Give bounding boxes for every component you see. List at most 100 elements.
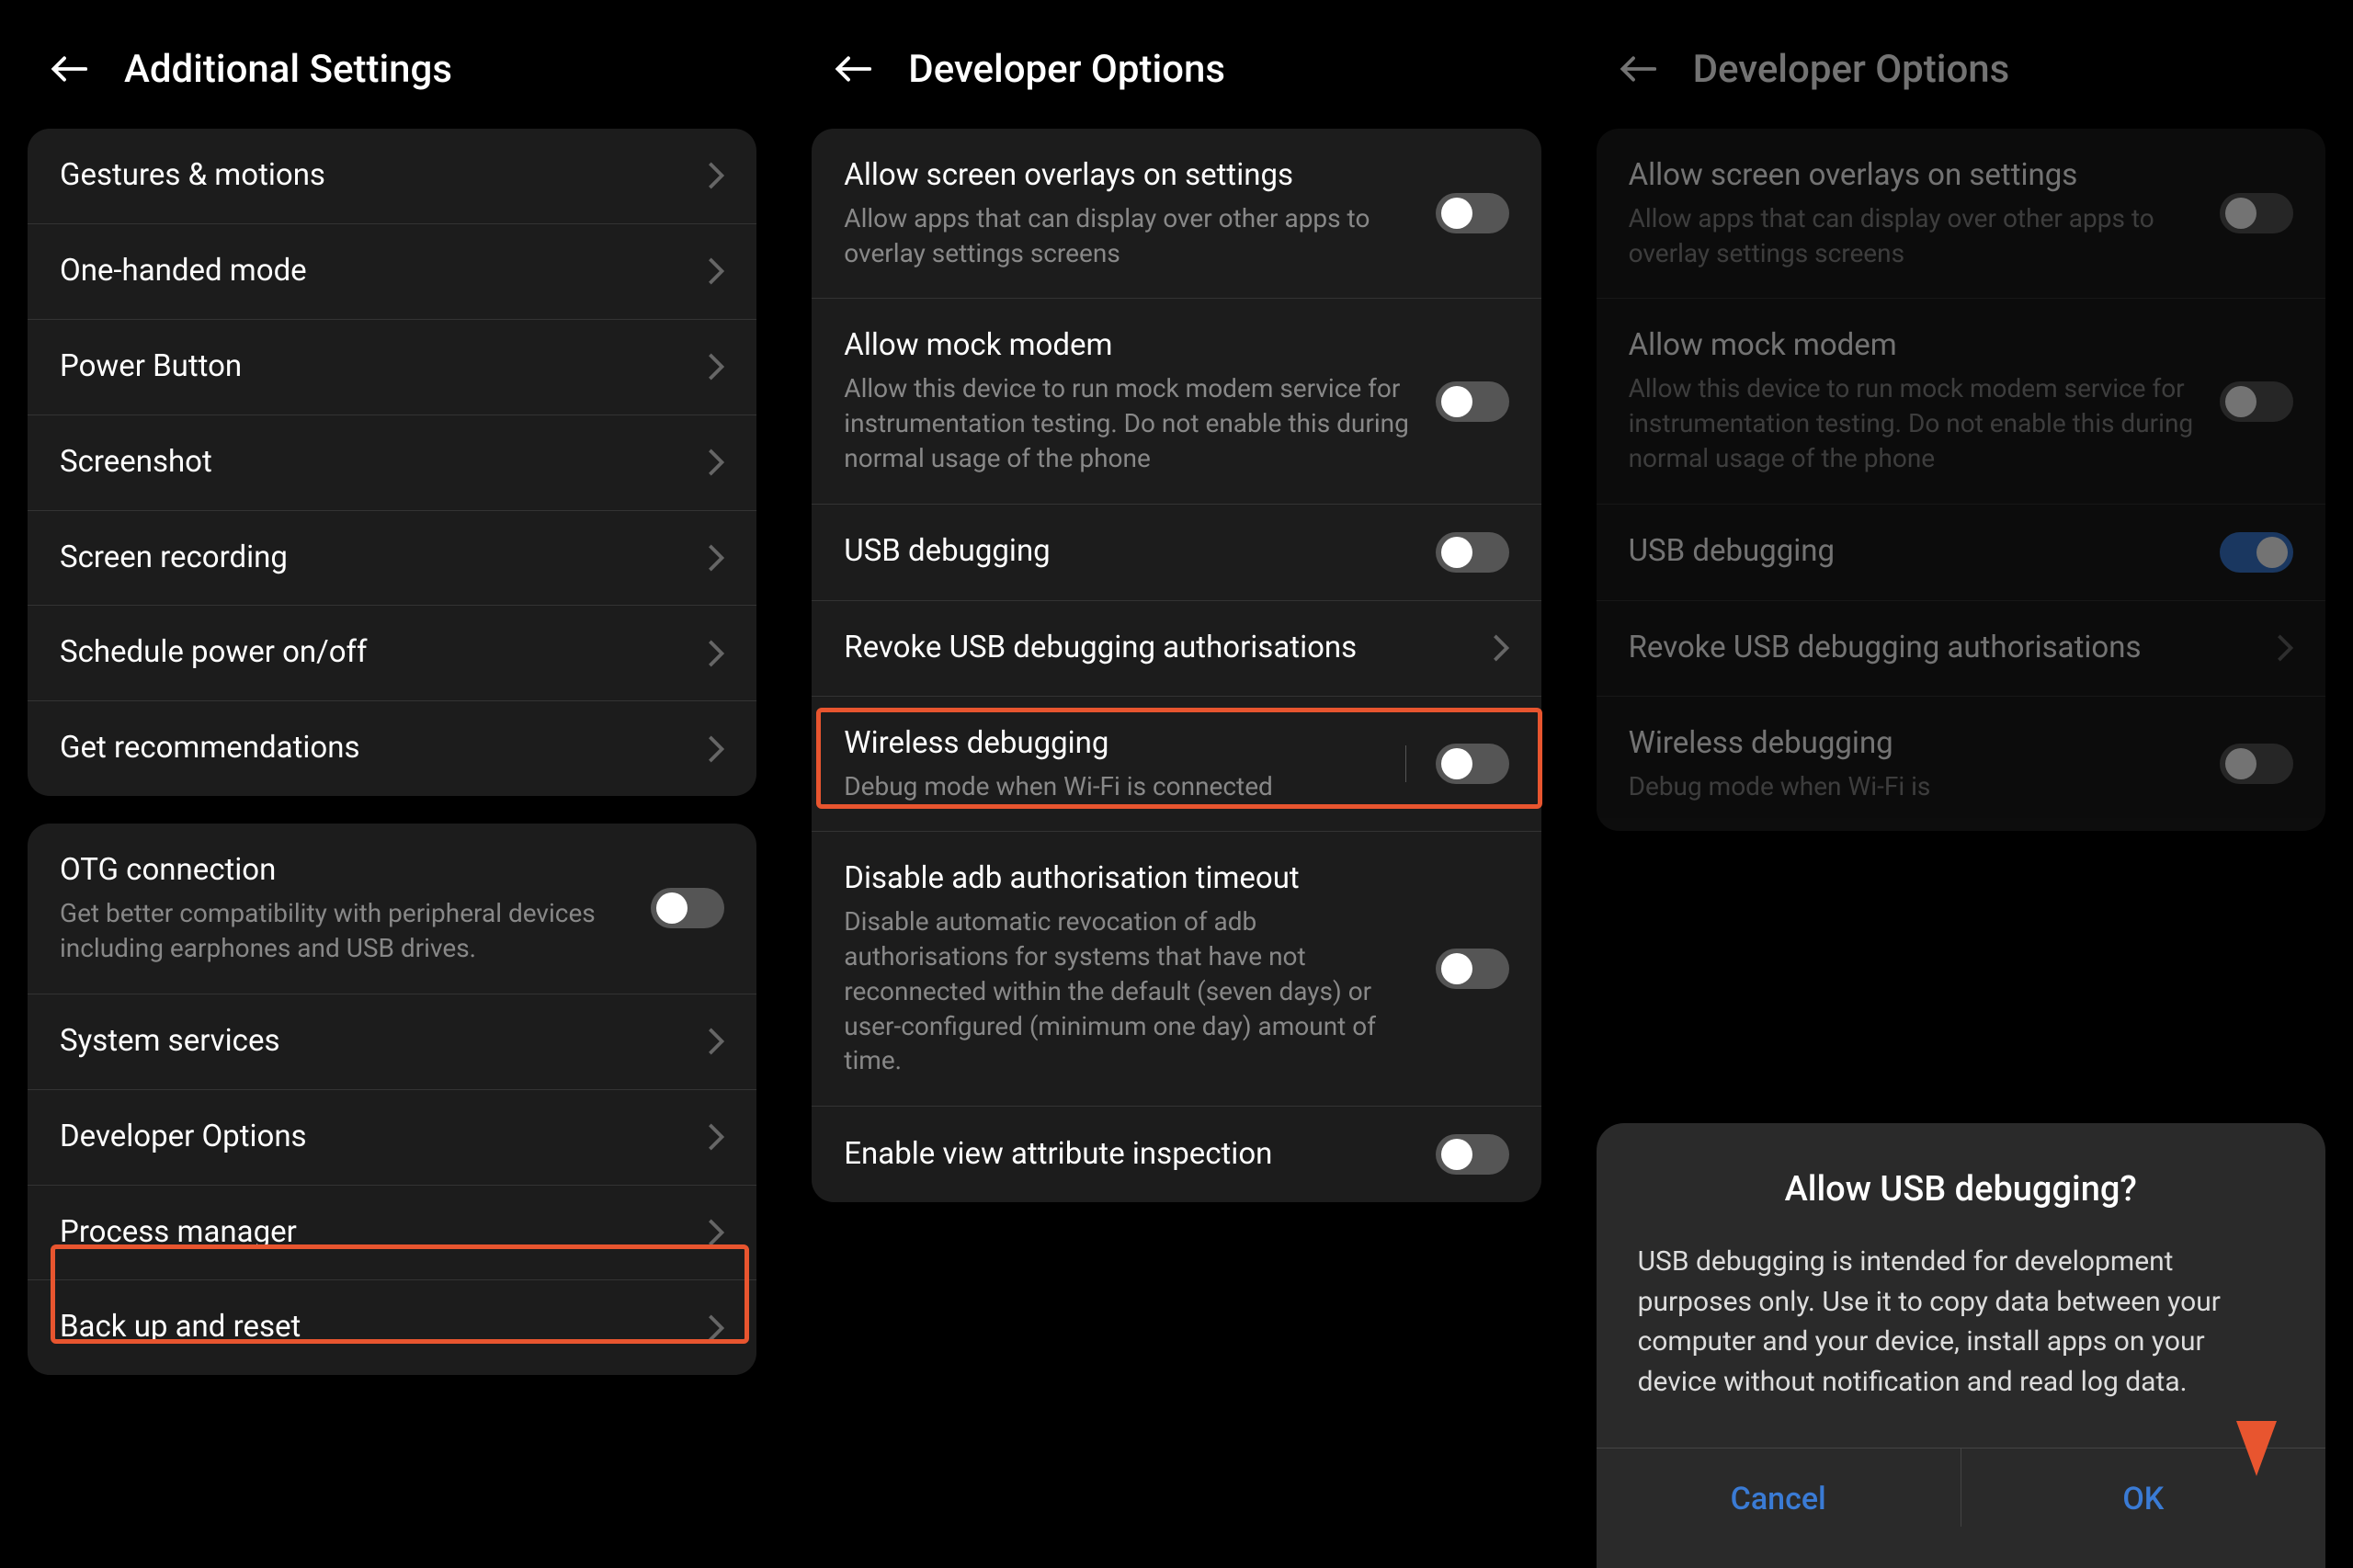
item-label: Power Button	[60, 347, 688, 387]
item-otg[interactable]: OTG connection Get better compatibility …	[28, 824, 756, 994]
dialog-body: USB debugging is intended for developmen…	[1638, 1242, 2284, 1402]
item-process-manager[interactable]: Process manager	[28, 1186, 756, 1281]
toggle-otg[interactable]	[651, 888, 724, 928]
dialog-buttons: Cancel OK	[1597, 1448, 2325, 1527]
toggle-mock-modem[interactable]	[1436, 381, 1509, 422]
toggle-view-attr[interactable]	[1436, 1134, 1509, 1175]
item-subtitle: Allow apps that can display over other a…	[1629, 201, 2201, 271]
item-wireless-debugging[interactable]: Wireless debugging Debug mode when Wi-Fi…	[812, 697, 1540, 833]
item-mock-modem[interactable]: Allow mock modem Allow this device to ru…	[812, 299, 1540, 504]
chevron-right-icon	[706, 1219, 724, 1246]
item-label: Developer Options	[60, 1118, 688, 1157]
header: Developer Options	[1569, 0, 2353, 129]
usb-debugging-dialog: Allow USB debugging? USB debugging is in…	[1597, 1123, 2325, 1568]
toggle-adb-timeout[interactable]	[1436, 949, 1509, 989]
pane-developer-options-dialog: Developer Options Allow screen overlays …	[1569, 0, 2353, 1568]
item-subtitle: Debug mode when Wi-Fi is connected	[844, 769, 1393, 804]
item-label: One-handed mode	[60, 252, 688, 291]
item-screen-recording[interactable]: Screen recording	[28, 511, 756, 607]
chevron-right-icon	[706, 162, 724, 189]
item-one-handed[interactable]: One-handed mode	[28, 224, 756, 320]
item-label: OTG connection	[60, 851, 632, 891]
item-adb-timeout[interactable]: Disable adb authorisation timeout Disabl…	[812, 832, 1540, 1107]
toggle-usb-debugging	[2220, 532, 2293, 573]
chevron-right-icon	[706, 1123, 724, 1151]
pane-additional-settings: Additional Settings Gestures & motions O…	[0, 0, 784, 1568]
item-label: Disable adb authorisation timeout	[844, 859, 1416, 899]
chevron-right-icon	[706, 735, 724, 763]
item-subtitle: Disable automatic revocation of adb auth…	[844, 904, 1416, 1078]
settings-group-1: Gestures & motions One-handed mode Power…	[28, 129, 756, 796]
item-label: Screen recording	[60, 539, 688, 578]
item-subtitle: Allow apps that can display over other a…	[844, 201, 1416, 271]
chevron-right-icon	[706, 257, 724, 285]
item-label: Back up and reset	[60, 1308, 688, 1347]
chevron-right-icon	[706, 1028, 724, 1055]
item-mock-modem: Allow mock modem Allow this device to ru…	[1597, 299, 2325, 504]
item-usb-debugging[interactable]: USB debugging	[812, 505, 1540, 601]
item-label: Schedule power on/off	[60, 633, 688, 673]
chevron-right-icon	[706, 353, 724, 381]
item-developer-options[interactable]: Developer Options	[28, 1090, 756, 1186]
item-label: Screenshot	[60, 443, 688, 483]
item-label: Wireless debugging	[1629, 724, 2201, 764]
toggle-usb-debugging[interactable]	[1436, 532, 1509, 573]
header: Developer Options	[784, 0, 1568, 129]
separator	[1405, 745, 1406, 782]
item-schedule-power[interactable]: Schedule power on/off	[28, 606, 756, 701]
chevron-right-icon	[706, 449, 724, 476]
item-screen-overlays: Allow screen overlays on settings Allow …	[1597, 129, 2325, 299]
ok-button[interactable]: OK	[1961, 1449, 2325, 1527]
pane-developer-options: Developer Options Allow screen overlays …	[784, 0, 1568, 1568]
item-label: Enable view attribute inspection	[844, 1135, 1416, 1175]
item-backup-reset[interactable]: Back up and reset	[28, 1280, 756, 1375]
item-power-button[interactable]: Power Button	[28, 320, 756, 415]
dialog-title: Allow USB debugging?	[1638, 1169, 2284, 1210]
item-revoke-usb[interactable]: Revoke USB debugging authorisations	[812, 601, 1540, 697]
item-label: Get recommendations	[60, 729, 688, 768]
chevron-right-icon	[706, 544, 724, 572]
item-label: Process manager	[60, 1213, 688, 1253]
item-view-attr[interactable]: Enable view attribute inspection	[812, 1107, 1540, 1202]
item-label: USB debugging	[844, 532, 1416, 572]
item-subtitle: Debug mode when Wi-Fi is	[1629, 769, 2201, 804]
item-label: Allow mock modem	[1629, 326, 2201, 366]
page-title: Developer Options	[908, 47, 1225, 92]
item-label: USB debugging	[1629, 532, 2201, 572]
item-label: Allow screen overlays on settings	[1629, 156, 2201, 196]
toggle-overlays	[2220, 193, 2293, 233]
item-label: Revoke USB debugging authorisations	[844, 629, 1472, 668]
item-revoke-usb: Revoke USB debugging authorisations	[1597, 601, 2325, 697]
dev-options-list: Allow screen overlays on settings Allow …	[812, 129, 1540, 1202]
item-label: Allow mock modem	[844, 326, 1416, 366]
item-screen-overlays[interactable]: Allow screen overlays on settings Allow …	[812, 129, 1540, 299]
toggle-overlays[interactable]	[1436, 193, 1509, 233]
item-label: System services	[60, 1022, 688, 1062]
item-label: Gestures & motions	[60, 156, 688, 196]
item-gestures[interactable]: Gestures & motions	[28, 129, 756, 224]
back-icon[interactable]	[830, 46, 876, 92]
page-title: Developer Options	[1693, 47, 2010, 92]
item-recommendations[interactable]: Get recommendations	[28, 701, 756, 796]
settings-group-2: OTG connection Get better compatibility …	[28, 824, 756, 1375]
item-subtitle: Allow this device to run mock modem serv…	[1629, 371, 2201, 475]
back-icon[interactable]	[1615, 46, 1661, 92]
item-system-services[interactable]: System services	[28, 994, 756, 1090]
item-label: Wireless debugging	[844, 724, 1393, 764]
toggle-wireless-debugging	[2220, 744, 2293, 784]
page-title: Additional Settings	[124, 47, 452, 92]
chevron-right-icon	[2275, 634, 2293, 662]
cancel-button[interactable]: Cancel	[1597, 1449, 1961, 1527]
item-usb-debugging: USB debugging	[1597, 505, 2325, 601]
item-screenshot[interactable]: Screenshot	[28, 415, 756, 511]
item-wireless-debugging: Wireless debugging Debug mode when Wi-Fi…	[1597, 697, 2325, 832]
item-subtitle: Get better compatibility with peripheral…	[60, 896, 632, 966]
toggle-wireless-debugging[interactable]	[1436, 744, 1509, 784]
toggle-mock-modem	[2220, 381, 2293, 422]
item-subtitle: Allow this device to run mock modem serv…	[844, 371, 1416, 475]
item-label: Allow screen overlays on settings	[844, 156, 1416, 196]
back-icon[interactable]	[46, 46, 92, 92]
header: Additional Settings	[0, 0, 784, 129]
chevron-right-icon	[706, 640, 724, 667]
item-label: Revoke USB debugging authorisations	[1629, 629, 2256, 668]
